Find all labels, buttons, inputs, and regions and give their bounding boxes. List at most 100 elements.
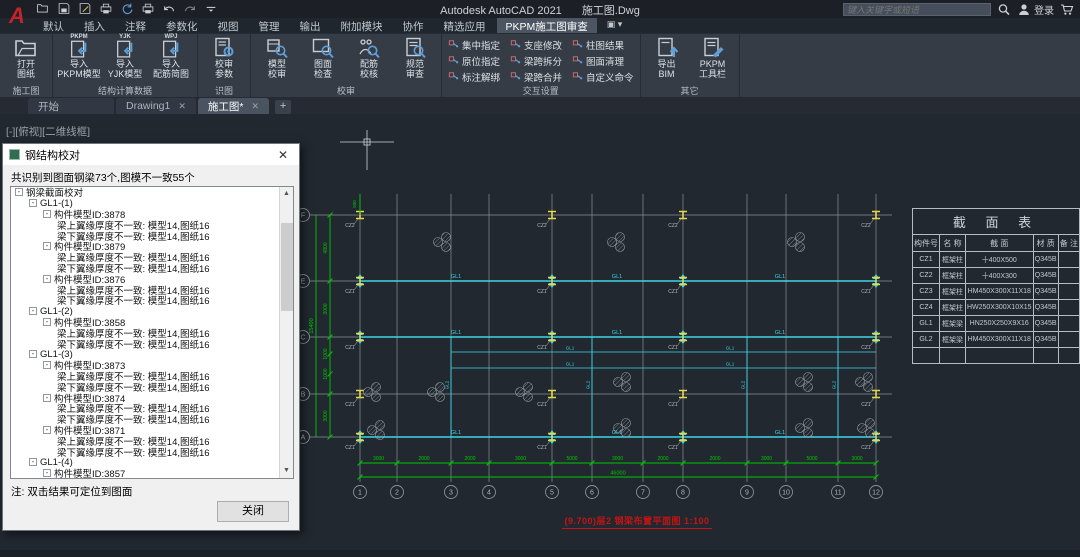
svg-text:GL1: GL1 [566,362,575,367]
tree-scrollbar[interactable]: ▲ ▼ [279,187,293,478]
collapse-icon[interactable]: - [43,393,51,402]
collapse-icon[interactable]: - [43,469,51,478]
button-图面检查[interactable]: 图面 检查 [300,35,346,79]
section-table-row: CZ1 框架柱 十400X500 Q345B [912,251,1080,268]
svg-text:GL2: GL2 [445,380,450,389]
model-space-canvas[interactable]: [-][俯视][二维线框] 1 2 3 4 5 6 7 8 9 10 11 12 F E C B A GL1 GL1… [0,114,1080,557]
button-柱图结果[interactable]: 柱图结果 [569,37,637,53]
ribbon-tab-附加模块[interactable]: 附加模块 [332,18,392,33]
svg-text:CZ1: CZ1 [861,402,871,408]
result-tree[interactable]: - 钢梁截面校对 - GL1-(1) - 构件模型ID:3878 梁上翼缘厚度不一致: 模型… [10,186,294,479]
collapse-icon[interactable]: - [29,350,37,359]
button-梁跨拆分[interactable]: 梁跨拆分 [507,53,565,69]
dialog-title-bar[interactable]: 钢结构校对 ✕ [3,144,299,165]
signin-area[interactable]: 登录 [1017,2,1054,17]
svg-text:500: 500 [352,200,357,208]
viewport-controls-label[interactable]: [-][俯视][二维线框] [6,124,90,139]
ribbon-tab-参数化[interactable]: 参数化 [157,18,207,33]
panel-label: 其它 [680,86,699,96]
button-导入YJK模型[interactable]: YJK 导入 YJK模型 [102,34,148,79]
ribbon-panel-识图: 校审 参数 识图 [198,34,251,97]
collapse-icon[interactable]: - [29,199,37,208]
collapse-icon[interactable]: - [43,242,51,251]
ribbon-tab-协作[interactable]: 协作 [394,18,433,33]
signin-label: 登录 [1034,6,1054,17]
close-button[interactable]: 关闭 [217,501,289,522]
button-导入配筋简图[interactable]: WPJ 导入 配筋简图 [148,34,194,79]
svg-text:5000: 5000 [566,456,577,462]
search-input[interactable] [843,3,991,16]
svg-text:CZ1: CZ1 [861,289,871,295]
dialog-close-icon[interactable]: ✕ [273,148,293,162]
svg-text:46000: 46000 [610,471,625,477]
ribbon-panel-交互设置: 集中指定 原位指定 标注解绑 支座修改 梁跨拆分 梁跨合并 柱图结果 图面清理 自定义命令 交互设… [442,34,641,97]
button-配筋校核[interactable]: 配筋 校核 [346,35,392,79]
tree-row[interactable]: 梁下翼缘厚度不一致: 模型14,图纸16 [11,446,293,459]
doc-tab-label: 施工图* [207,100,244,113]
button-标注解绑[interactable]: 标注解绑 [445,69,503,85]
scroll-down-icon[interactable]: ▼ [280,464,293,478]
button-原位指定[interactable]: 原位指定 [445,53,503,69]
scroll-up-icon[interactable]: ▲ [280,187,293,201]
dialog-summary: 共识别到图面钢梁73个,图模不一致55个 [11,172,195,184]
svg-text:CZ1: CZ1 [345,289,355,295]
section-table-row: CZ3 框架柱 HM450X300X11X18 Q345B [912,283,1080,300]
button-PKPM工具栏[interactable]: PKPM 工具栏 [690,35,736,79]
button-支座修改[interactable]: 支座修改 [507,37,565,53]
doc-tab-Drawing1[interactable]: Drawing1 ✕ [116,98,196,114]
svg-text:CZ1: CZ1 [537,345,547,351]
cart-icon[interactable] [1060,3,1074,16]
new-tab-button[interactable]: + [275,100,292,114]
doc-tab-开始[interactable]: 开始 [28,98,114,114]
button-导入PKPM模型[interactable]: PKPM 导入 PKPM模型 [56,34,102,79]
button-自定义命令[interactable]: 自定义命令 [569,69,637,85]
app-title: Autodesk AutoCAD 2021 [440,5,562,17]
collapse-icon[interactable]: - [43,317,51,326]
button-label: 图纸 [16,68,35,79]
autocad-logo-icon[interactable]: A [2,1,32,32]
ribbon-tab-默认[interactable]: 默认 [34,18,73,33]
button-导出BIM[interactable]: 导出 BIM [644,35,690,79]
button-图面清理[interactable]: 图面清理 [569,53,637,69]
button-打开图纸[interactable]: 打开 图纸 [3,35,49,79]
panel-label: 校审 [336,86,355,96]
ribbon-tab-精选应用[interactable]: 精选应用 [435,18,495,33]
tree-row[interactable]: - 钢梁截面校对 [11,187,293,199]
button-label: 柱图结果 [586,41,625,52]
collapse-icon[interactable]: - [43,209,51,218]
section-table-header: 材 质 [1032,234,1059,252]
button-集中指定[interactable]: 集中指定 [445,37,503,53]
collapse-icon[interactable]: - [43,274,51,283]
button-label: 审查 [405,68,424,79]
svg-text:CZ1: CZ1 [668,289,678,295]
tab-close-icon[interactable]: ✕ [252,101,260,112]
svg-text:GL1: GL1 [451,430,461,436]
ribbon-tab-注释[interactable]: 注释 [116,18,155,33]
tab-close-icon[interactable]: ✕ [178,101,186,112]
collapse-icon[interactable]: - [29,458,37,467]
collapse-icon[interactable]: - [29,307,37,316]
svg-text:2: 2 [395,490,399,497]
button-梁跨合并[interactable]: 梁跨合并 [507,69,565,85]
scrollbar-thumb[interactable] [281,223,293,311]
search-icon[interactable] [997,3,1011,16]
collapse-icon[interactable]: - [15,188,23,197]
workspace-switcher-icon[interactable]: ▣ ▾ [599,18,631,33]
button-label: 工具栏 [699,68,727,79]
collapse-icon[interactable]: - [43,425,51,434]
button-label: 集中指定 [462,41,501,52]
ribbon-tab-管理[interactable]: 管理 [250,18,289,33]
doc-tab-施工图[interactable]: 施工图* ✕ [197,98,270,114]
collapse-icon[interactable]: - [43,361,51,370]
ribbon-tab-输出[interactable]: 输出 [291,18,330,33]
ribbon-tab-PKPM施工图审查[interactable]: PKPM施工图审查 [496,18,597,33]
ribbon-tab-插入[interactable]: 插入 [75,18,114,33]
import-doc-icon: YJK [113,34,137,60]
tree-row[interactable]: 梁下翼缘厚度不一致: 模型14,图纸16 [11,338,293,351]
button-规范审查[interactable]: 规范 审查 [392,35,438,79]
ribbon-tab-视图[interactable]: 视图 [209,18,248,33]
button-校审参数[interactable]: 校审 参数 [201,35,247,79]
panel-label: 结构计算数据 [97,86,152,96]
button-模型校审[interactable]: 模型 校审 [254,35,300,79]
tree-row[interactable]: 梁下翼缘厚度不一致: 模型14,图纸16 [11,295,293,307]
